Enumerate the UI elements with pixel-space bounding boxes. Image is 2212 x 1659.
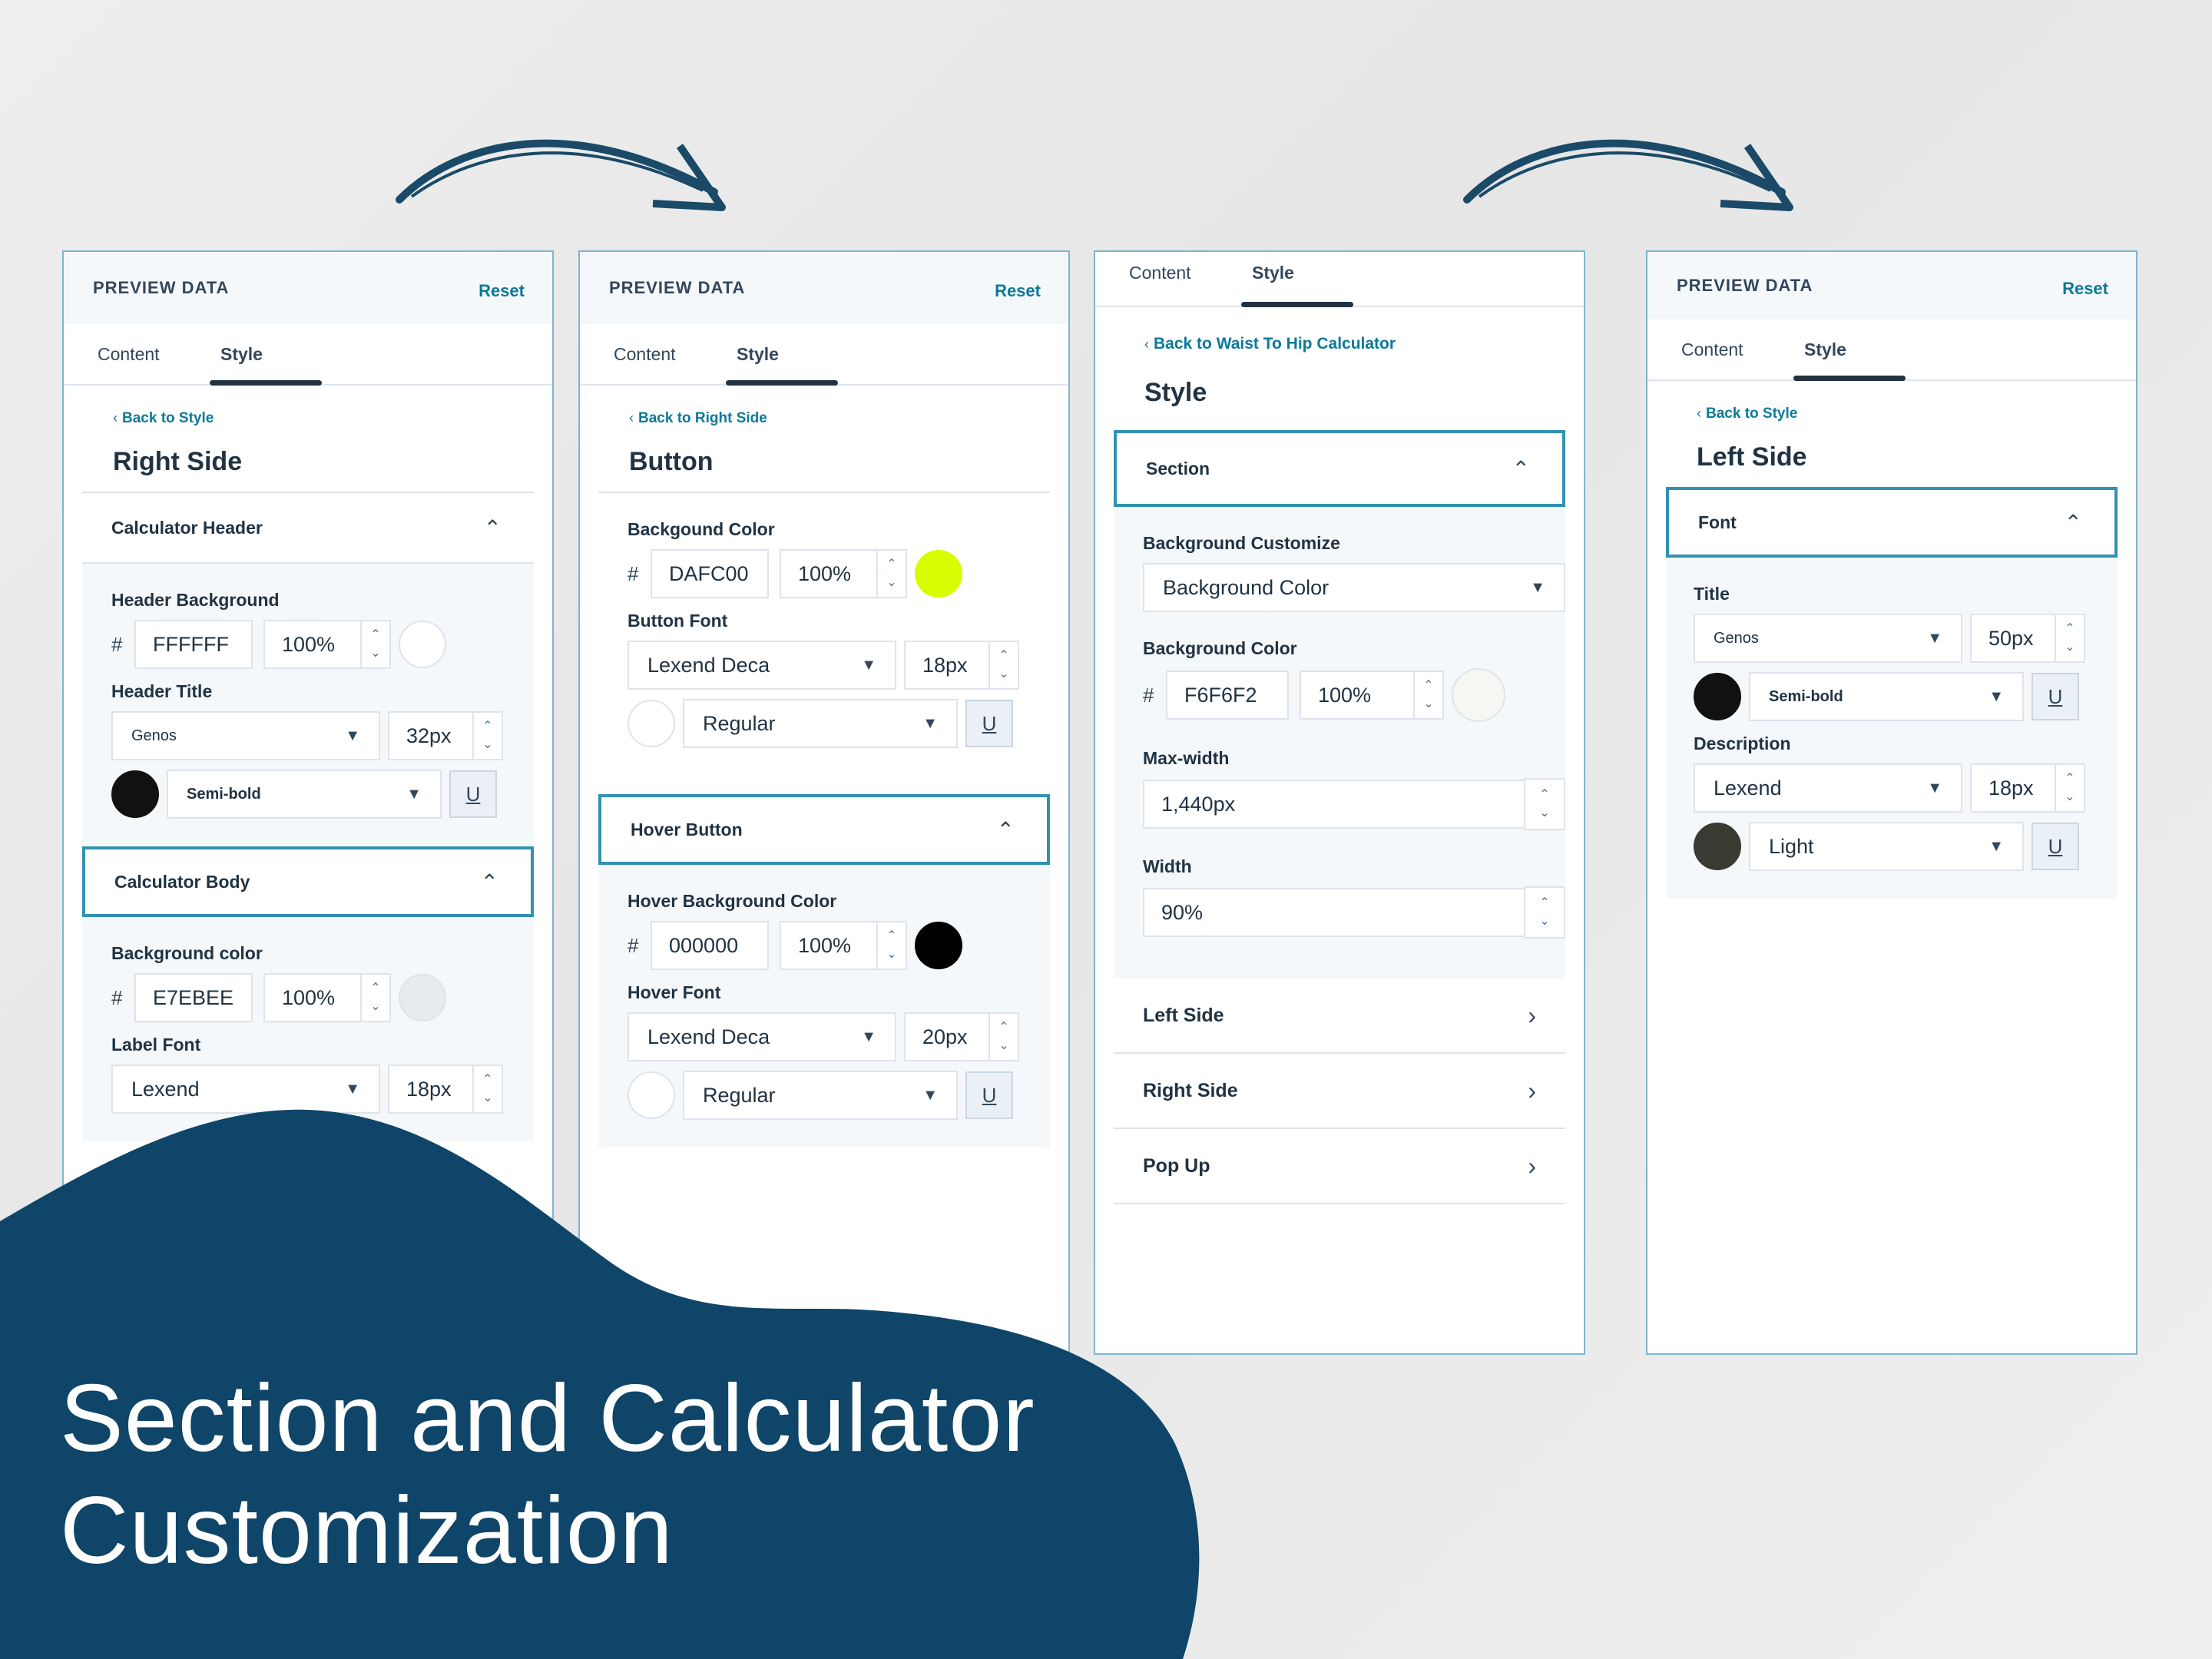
headline-line-1: Section and Calculator	[60, 1366, 1035, 1472]
headline: Section and Calculator Customization	[60, 1363, 1035, 1587]
headline-line-2: Customization	[60, 1478, 674, 1584]
